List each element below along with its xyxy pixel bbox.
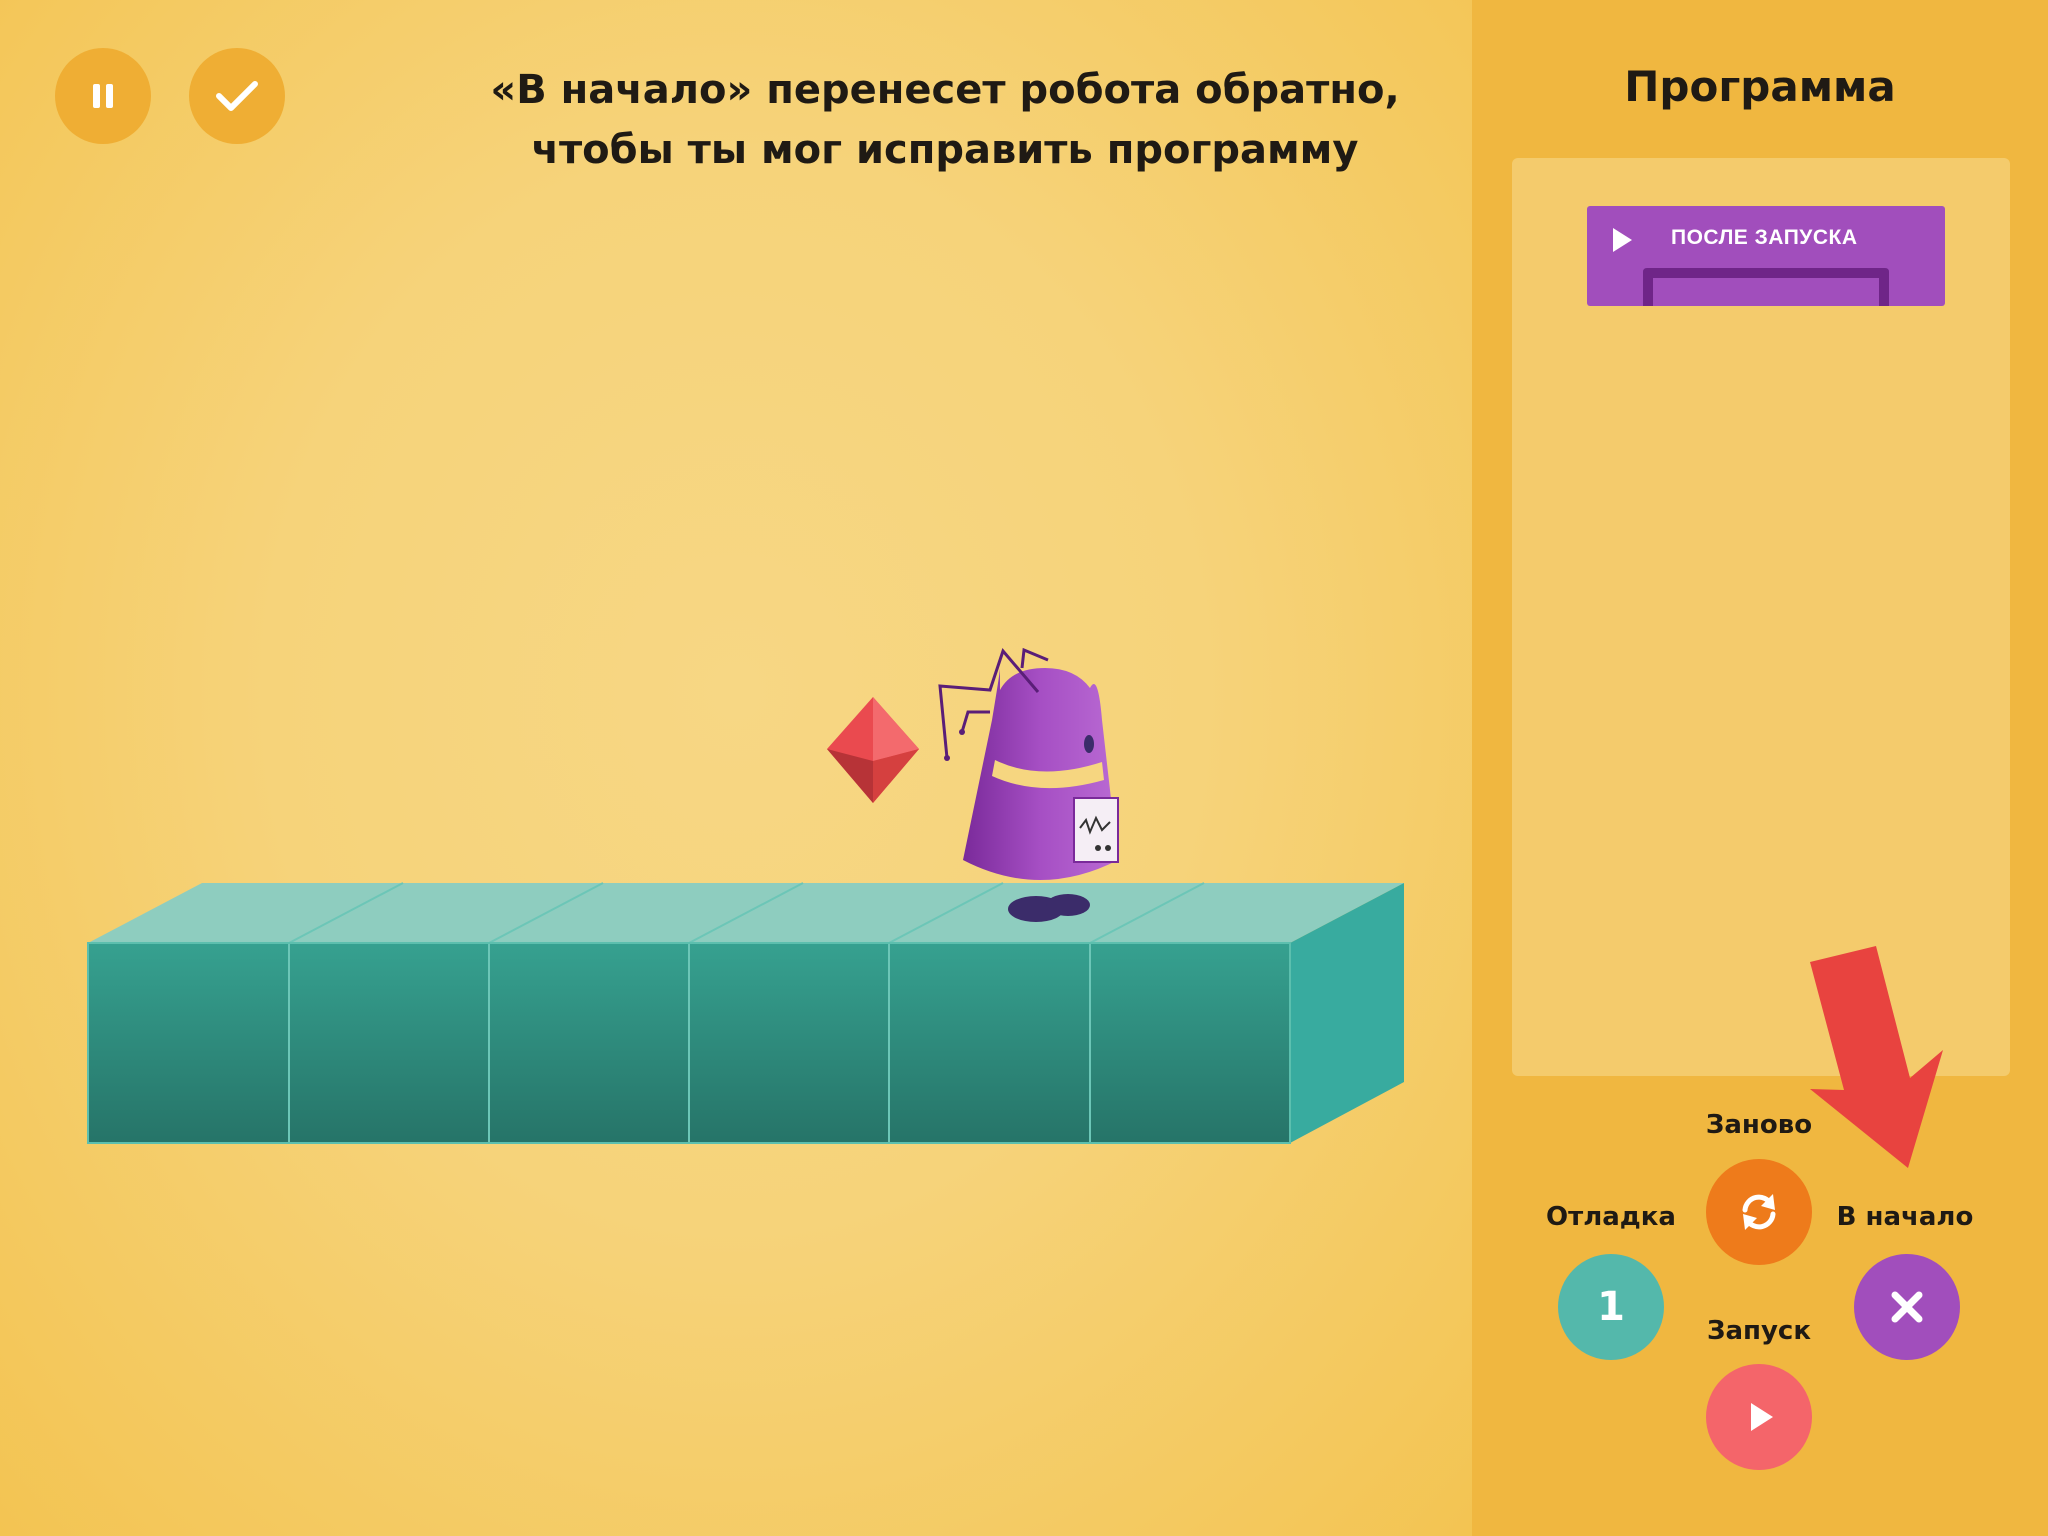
debug-button[interactable]: 1 xyxy=(1558,1254,1664,1360)
game-stage: «В начало» перенесет робота обратно, что… xyxy=(0,0,1472,1536)
to-start-button[interactable] xyxy=(1854,1254,1960,1360)
start-block-label: ПОСЛЕ ЗАПУСКА xyxy=(1671,226,1858,249)
debug-step-value: 1 xyxy=(1597,1284,1625,1330)
run-label: Запуск xyxy=(1707,1316,1811,1346)
start-block-shape xyxy=(1587,206,1945,306)
sidebar-title: Программа xyxy=(1624,62,1896,111)
to-start-label: В начало xyxy=(1836,1202,1974,1232)
play-icon xyxy=(1751,1403,1773,1431)
reset-label: Заново xyxy=(1705,1110,1813,1140)
reset-button[interactable] xyxy=(1706,1159,1812,1265)
game-scene xyxy=(87,647,1404,1144)
refresh-icon xyxy=(1742,1194,1776,1230)
platform xyxy=(87,882,1404,1144)
robot-character xyxy=(938,647,1119,922)
game-app: «В начало» перенесет робота обратно, что… xyxy=(0,0,2048,1536)
gem-icon xyxy=(827,697,919,803)
debug-label: Отладка xyxy=(1546,1202,1676,1232)
run-button[interactable] xyxy=(1706,1364,1812,1470)
close-icon xyxy=(1891,1291,1923,1323)
after-start-block[interactable]: ПОСЛЕ ЗАПУСКА xyxy=(1587,206,1945,306)
